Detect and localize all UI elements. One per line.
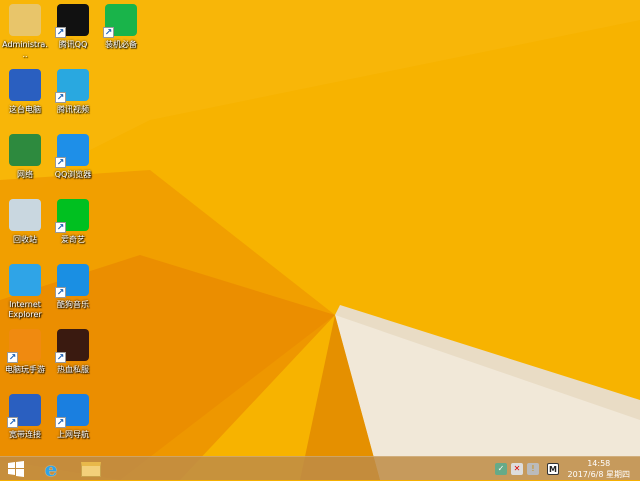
wifi-warning-icon[interactable]: ! [527, 463, 539, 475]
user-folder-icon [9, 4, 41, 36]
desktop-icon-kugou[interactable]: ↗ 酷狗音乐 [49, 264, 97, 310]
desktop-icon-shopping-bag[interactable]: ↗ 装机必备 [97, 4, 145, 50]
desktop-icon-label: 网络 [17, 170, 33, 179]
desktop-icon-label: 酷狗音乐 [57, 300, 89, 309]
shopping-bag-icon: ↗ [103, 4, 137, 38]
desktop-icon-label: 电脑玩手游 [5, 365, 45, 374]
shortcut-arrow-icon: ↗ [55, 157, 66, 168]
network-ok-icon[interactable]: ✓ [495, 463, 507, 475]
file-explorer-icon [81, 461, 101, 477]
desktop-icon-internet-explorer[interactable]: Internet Explorer [1, 264, 49, 320]
desktop-icon-broadband-connection[interactable]: ↗ 宽带连接 [1, 394, 49, 440]
qq-penguin-icon: ↗ [55, 4, 89, 38]
shortcut-arrow-icon: ↗ [103, 27, 114, 38]
taskbar: e ✓ ✕ ! M 14:58 2017/6/8 星期四 [0, 456, 640, 481]
tencent-video-icon: ↗ [55, 69, 89, 103]
windows-start-icon [8, 461, 24, 477]
desktop-icon-label: QQ浏览器 [54, 170, 92, 179]
recycle-bin-icon [9, 199, 41, 231]
desktop-icon-label: 上网导航 [57, 430, 89, 439]
desktop-icon-label: 腾讯QQ [58, 40, 88, 49]
desktop-icon-recycle-bin[interactable]: 回收站 [1, 199, 49, 245]
shortcut-arrow-icon: ↗ [55, 417, 66, 428]
desktop-icon-network-globe[interactable]: 网络 [1, 134, 49, 180]
desktop-icon-game-hot[interactable]: ↗ 热血私服 [49, 329, 97, 375]
game-mascot-icon: ↗ [7, 329, 41, 363]
kugou-icon: ↗ [55, 264, 89, 298]
desktop-icon-computer[interactable]: 这台电脑 [1, 69, 49, 115]
desktop-icon-label: 回收站 [13, 235, 37, 244]
internet-explorer-icon [9, 264, 41, 296]
desktop-icon-label: 宽带连接 [9, 430, 41, 439]
broadband-connection-icon: ↗ [7, 394, 41, 428]
shortcut-arrow-icon: ↗ [55, 27, 66, 38]
desktop-icon-label: Internet Explorer [8, 300, 42, 319]
start-button[interactable] [5, 459, 27, 479]
iqiyi-icon: ↗ [55, 199, 89, 233]
desktop-icon-browser-e[interactable]: ↗ 上网导航 [49, 394, 97, 440]
network-globe-icon [9, 134, 41, 166]
clock-date: 2017/6/8 星期四 [567, 470, 630, 479]
desktop-icon-iqiyi[interactable]: ↗ 爱奇艺 [49, 199, 97, 245]
desktop-icon-label: 热血私服 [57, 365, 89, 374]
desktop-icon-label: 装机必备 [105, 40, 137, 49]
shortcut-arrow-icon: ↗ [55, 352, 66, 363]
desktop-icon-label: 这台电脑 [9, 105, 41, 114]
desktop-icon-qq-penguin[interactable]: ↗ 腾讯QQ [49, 4, 97, 50]
internet-explorer-icon: e [44, 457, 58, 481]
clock-time: 14:58 [587, 459, 611, 468]
volume-muted-icon[interactable]: ✕ [511, 463, 523, 475]
game-hot-icon: ↗ [55, 329, 89, 363]
desktop-icon-game-mascot[interactable]: ↗ 电脑玩手游 [1, 329, 49, 375]
desktop-icon-label: 爱奇艺 [61, 235, 85, 244]
shortcut-arrow-icon: ↗ [55, 222, 66, 233]
desktop-icon-qq-browser[interactable]: ↗ QQ浏览器 [49, 134, 97, 180]
taskbar-internet-explorer[interactable]: e [38, 457, 64, 481]
desktop-icon-label: Administra... [2, 40, 48, 59]
desktop-icon-label: 腾讯视频 [57, 105, 89, 114]
clock[interactable]: 14:58 2017/6/8 星期四 [568, 458, 630, 480]
desktop-icon-user-folder[interactable]: Administra... [1, 4, 49, 60]
qq-browser-icon: ↗ [55, 134, 89, 168]
computer-icon [9, 69, 41, 101]
taskbar-file-explorer[interactable] [78, 459, 104, 479]
desktop-icon-tencent-video[interactable]: ↗ 腾讯视频 [49, 69, 97, 115]
shortcut-arrow-icon: ↗ [7, 352, 18, 363]
shortcut-arrow-icon: ↗ [55, 287, 66, 298]
shortcut-arrow-icon: ↗ [7, 417, 18, 428]
input-method-icon[interactable]: M [547, 463, 559, 475]
shortcut-arrow-icon: ↗ [55, 92, 66, 103]
browser-e-icon: ↗ [55, 394, 89, 428]
